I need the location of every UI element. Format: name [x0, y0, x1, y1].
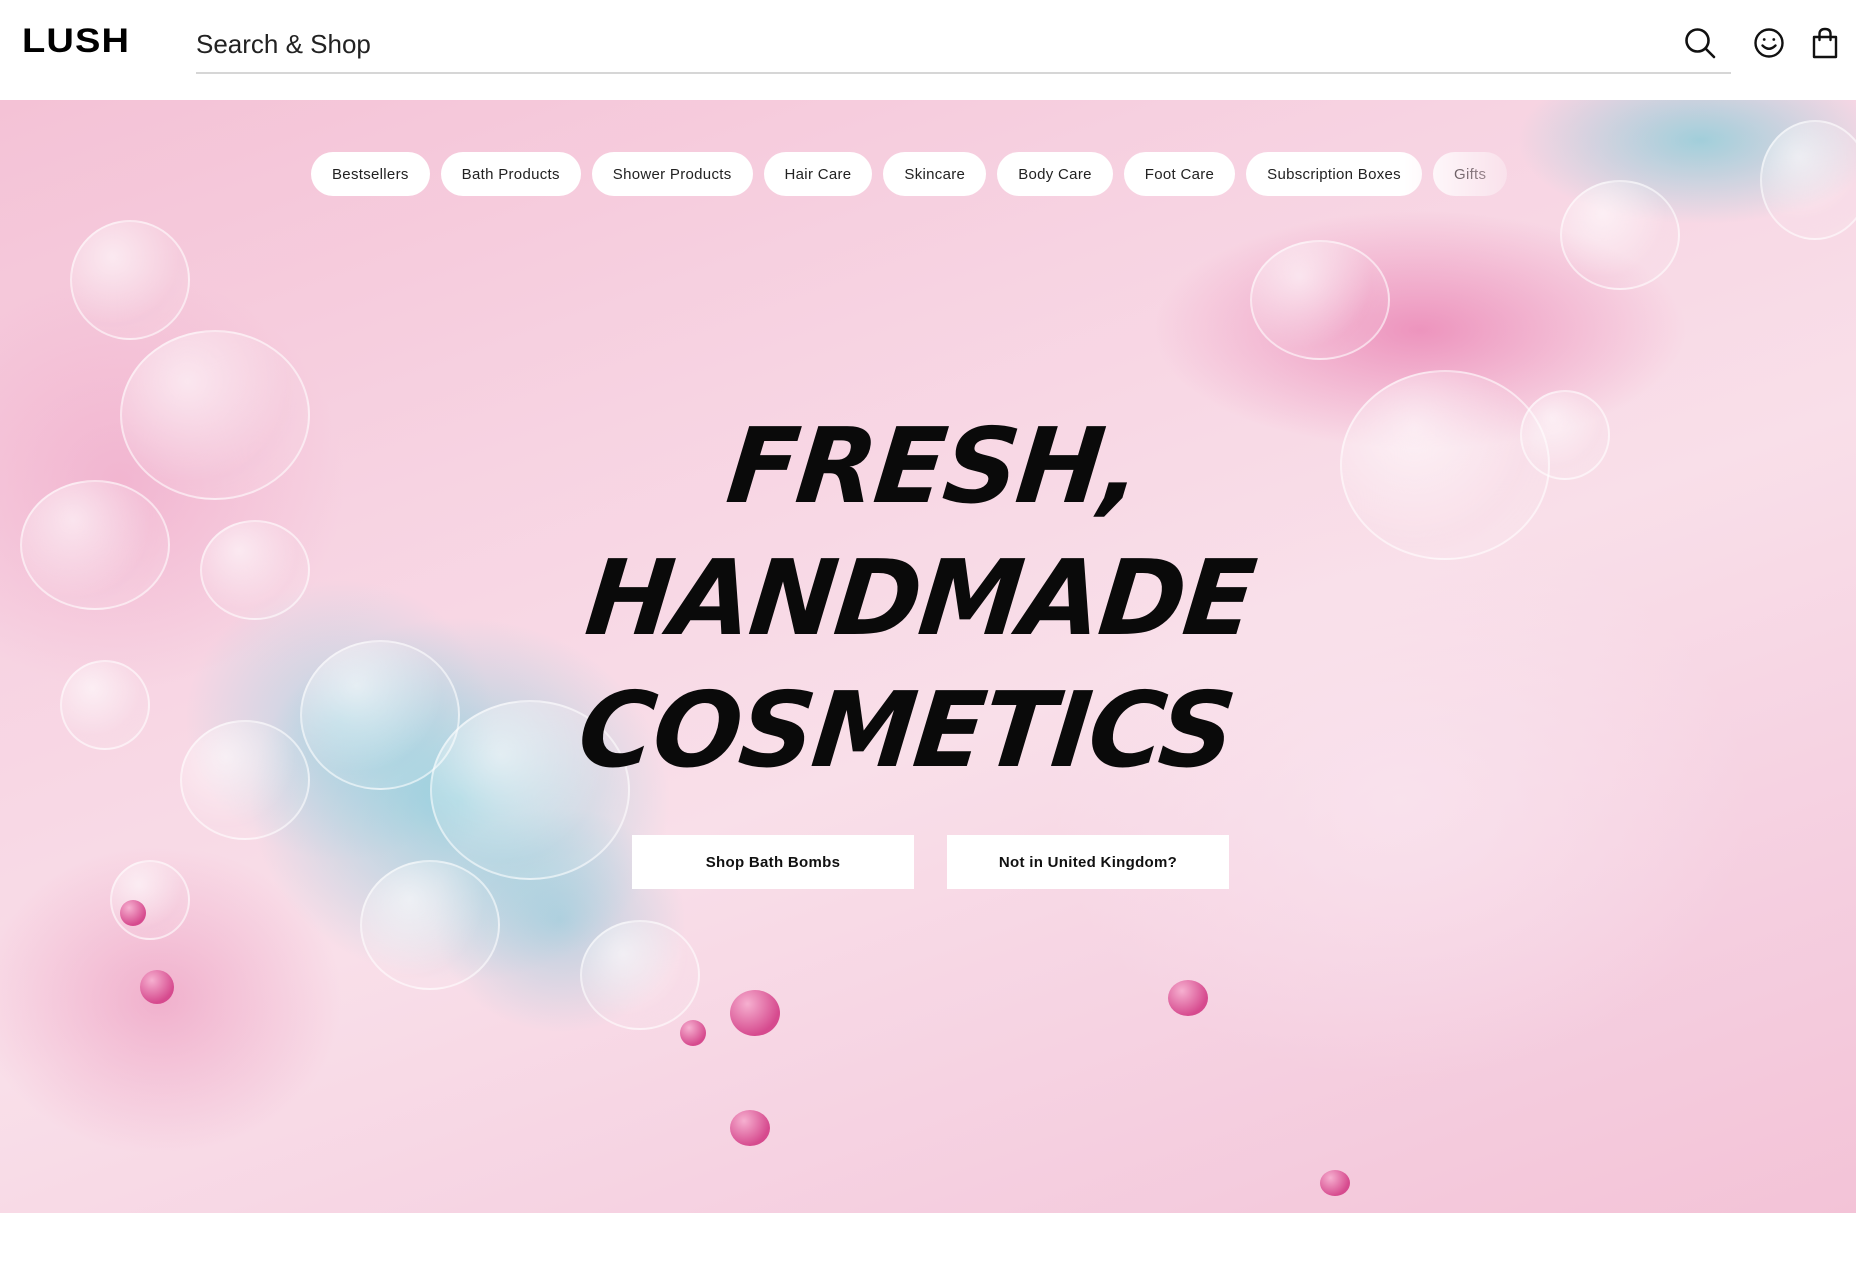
bubble-decoration — [1560, 180, 1680, 290]
bubble-decoration — [360, 860, 500, 990]
pink-drop-decoration — [730, 1110, 770, 1146]
bubble-decoration — [60, 660, 150, 750]
bubble-decoration — [1760, 120, 1856, 240]
bubble-decoration — [70, 220, 190, 340]
category-pill-body-care[interactable]: Body Care — [997, 152, 1113, 196]
category-pill-bath-products[interactable]: Bath Products — [440, 152, 581, 196]
bubble-decoration — [1340, 370, 1550, 560]
headline-line: COSMETICS — [573, 669, 1240, 791]
category-pill-hair-care[interactable]: Hair Care — [763, 152, 873, 196]
hero-headline: FRESH, HANDMADE COSMETICS — [539, 400, 1301, 796]
headline-line: HANDMADE — [580, 537, 1260, 659]
lush-logo[interactable]: LUSH — [22, 22, 130, 61]
pink-drop-decoration — [1168, 980, 1208, 1016]
account-icon[interactable] — [1752, 26, 1786, 60]
bag-icon[interactable] — [1808, 26, 1842, 60]
pink-drop-decoration — [680, 1020, 706, 1046]
category-pill-shower-products[interactable]: Shower Products — [591, 152, 753, 196]
bubble-decoration — [110, 860, 190, 940]
bubble-decoration — [1250, 240, 1390, 360]
site-header: LUSH — [0, 0, 1856, 100]
shop-bath-bombs-button[interactable]: Shop Bath Bombs — [632, 835, 914, 889]
search-input[interactable] — [196, 24, 1731, 64]
bubble-decoration — [120, 330, 310, 500]
bubble-decoration — [180, 720, 310, 840]
bubble-decoration — [200, 520, 310, 620]
search-bar — [196, 16, 1731, 74]
pink-drop-decoration — [120, 900, 146, 926]
pink-drop-decoration — [730, 990, 780, 1036]
bubble-decoration — [1520, 390, 1610, 480]
category-pill-subscription-boxes[interactable]: Subscription Boxes — [1246, 152, 1422, 196]
category-pill-skincare[interactable]: Skincare — [883, 152, 987, 196]
page-content-below-hero — [0, 1213, 1856, 1280]
pink-drop-decoration — [140, 970, 174, 1004]
category-pill-bestsellers[interactable]: Bestsellers — [311, 152, 430, 196]
category-nav: Bestsellers Bath Products Shower Product… — [311, 152, 1551, 196]
bubble-decoration — [20, 480, 170, 610]
category-pill-gifts[interactable]: Gifts — [1432, 152, 1508, 196]
change-country-button[interactable]: Not in United Kingdom? — [947, 835, 1229, 889]
hero-banner: Bestsellers Bath Products Shower Product… — [0, 100, 1856, 1213]
search-icon[interactable] — [1683, 26, 1717, 60]
headline-line: FRESH, — [721, 405, 1147, 527]
bubble-decoration — [580, 920, 700, 1030]
pink-drop-decoration — [1320, 1170, 1350, 1196]
category-pill-foot-care[interactable]: Foot Care — [1123, 152, 1236, 196]
